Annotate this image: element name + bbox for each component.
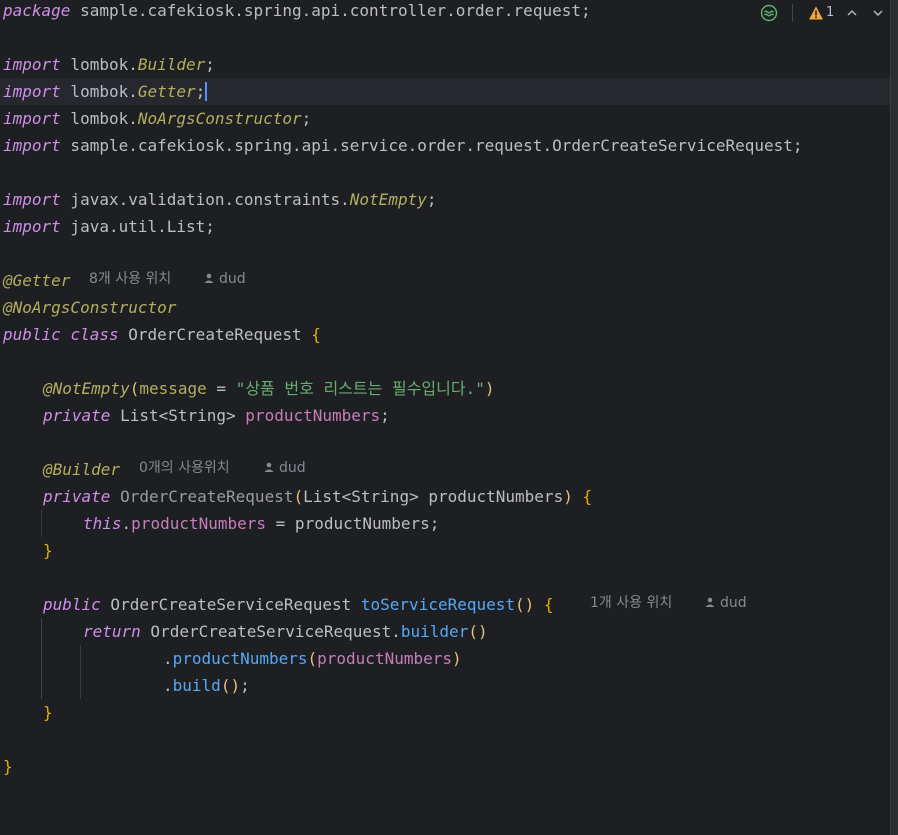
ai-assistant-icon[interactable] [760,4,778,22]
code-line[interactable]: import javax.validation.constraints.NotE… [3,186,436,213]
code-line[interactable]: public class OrderCreateRequest { [3,321,321,348]
status-separator [792,4,793,22]
chevron-down-icon[interactable] [872,7,884,19]
code-line[interactable]: } [3,753,13,780]
code-line[interactable]: @Getter [3,267,70,294]
code-line[interactable]: @NotEmpty(message = "상품 번호 리스트는 필수입니다.") [43,375,495,402]
code-line[interactable]: .build(); [163,672,250,699]
code-editor[interactable]: 1 package sample.cafekiosk.spring.api.co… [0,0,898,835]
warning-count: 1 [826,5,835,20]
code-line[interactable]: } [43,699,53,726]
usages-hint[interactable]: 8개 사용 위치 [89,266,171,293]
code-line[interactable]: .productNumbers(productNumbers) [163,645,462,672]
code-line[interactable]: this.productNumbers = productNumbers; [83,510,439,537]
code-line[interactable]: public OrderCreateServiceRequest toServi… [43,591,554,618]
code-line[interactable]: private OrderCreateRequest(List<String> … [43,483,592,510]
code-line[interactable]: return OrderCreateServiceRequest.builder… [83,618,488,645]
person-icon [705,597,715,607]
code-line[interactable]: @Builder [43,456,120,483]
code-line[interactable]: import lombok.NoArgsConstructor; [3,105,311,132]
author-hint[interactable]: dud [704,590,747,617]
usages-hint[interactable]: 0개의 사용위치 [139,455,230,482]
code-line[interactable]: import lombok.Getter; [3,78,208,105]
author-hint[interactable]: dud [203,266,246,293]
code-line[interactable]: } [43,537,53,564]
code-line[interactable]: import java.util.List; [3,213,215,240]
indent-guide [41,510,42,537]
code-line[interactable]: private List<String> productNumbers; [43,402,390,429]
code-line[interactable]: package sample.cafekiosk.spring.api.cont… [3,0,591,24]
usages-hint[interactable]: 1개 사용 위치 [590,590,672,617]
author-hint[interactable]: dud [263,455,306,482]
code-line[interactable]: @NoArgsConstructor [3,294,176,321]
indent-guide [80,645,81,699]
code-line[interactable]: import lombok.Builder; [3,51,215,78]
code-line[interactable]: import sample.cafekiosk.spring.api.servi… [3,132,803,159]
chevron-up-icon[interactable] [846,7,858,19]
person-icon [204,273,214,283]
indent-guide [41,618,42,699]
text-caret [205,82,208,101]
editor-scrollbar[interactable] [890,0,898,835]
person-icon [264,462,274,472]
warning-icon[interactable] [808,5,824,21]
